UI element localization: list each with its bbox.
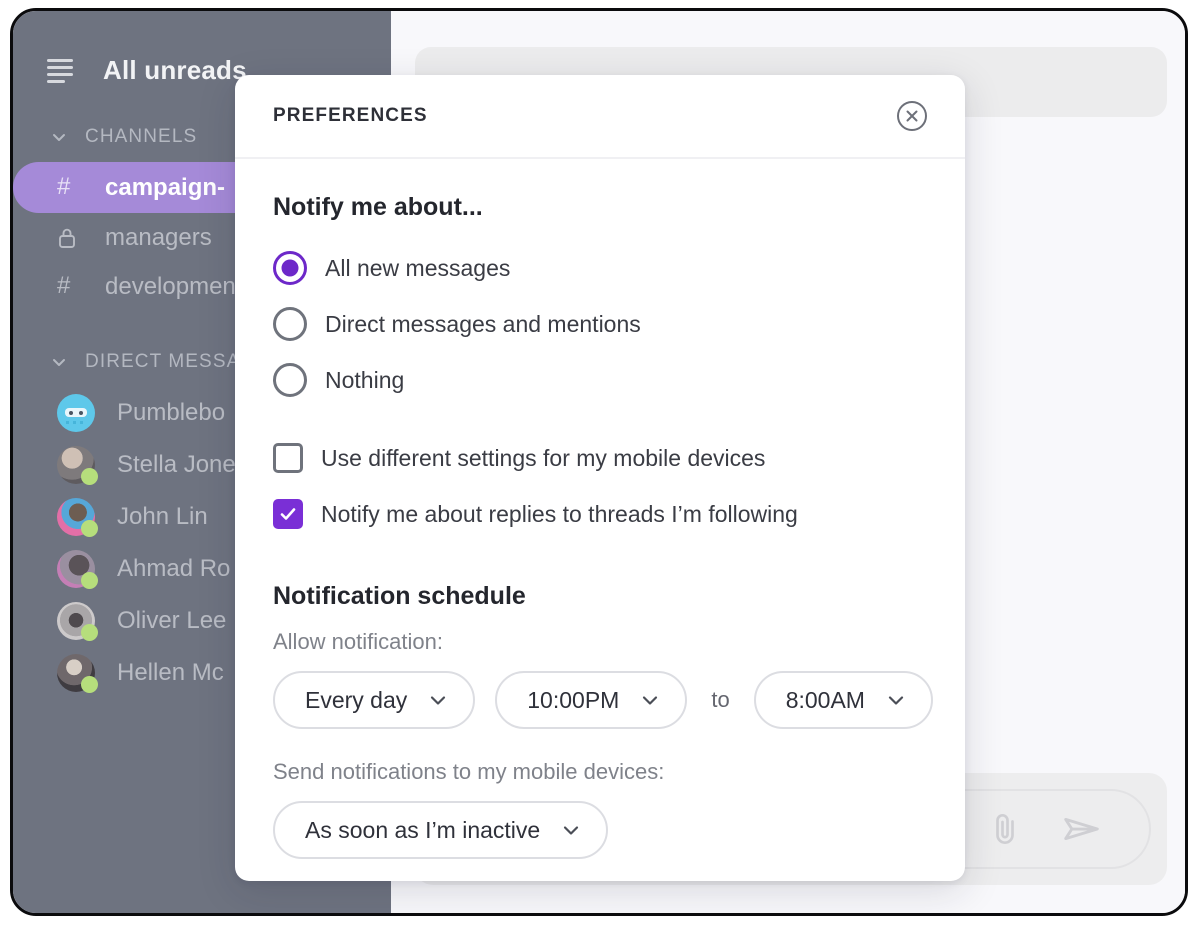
notify-heading: Notify me about... (273, 193, 927, 222)
modal-body: Notify me about... All new messages Dire… (235, 159, 965, 859)
checkbox-label: Use different settings for my mobile dev… (321, 443, 765, 473)
avatar (57, 498, 95, 536)
dm-name: Hellen Mc (117, 659, 224, 687)
lock-icon (57, 226, 83, 250)
checkbox-label: Notify me about replies to threads I’m f… (321, 499, 798, 529)
mobile-devices-label: Send notifications to my mobile devices: (273, 759, 927, 785)
radio-option-all-new-messages[interactable]: All new messages (273, 240, 927, 296)
allow-notification-label: Allow notification: (273, 629, 927, 655)
chevron-down-icon (51, 354, 67, 370)
radio-label: Nothing (325, 365, 404, 395)
checkbox[interactable] (273, 499, 303, 529)
status-badge (81, 468, 98, 485)
hash-icon: # (57, 172, 83, 202)
avatar (57, 602, 95, 640)
avatar (57, 446, 95, 484)
chevron-down-icon (885, 689, 907, 711)
checkbox-option-thread-replies[interactable]: Notify me about replies to threads I’m f… (273, 486, 927, 542)
close-icon[interactable] (895, 99, 929, 133)
section-label: CHANNELS (85, 126, 197, 148)
chevron-down-icon (560, 819, 582, 841)
chevron-down-icon (639, 689, 661, 711)
page-title: All unreads (103, 55, 247, 86)
start-time-value: 10:00PM (527, 687, 619, 714)
dm-name: John Lin (117, 503, 208, 531)
radio-option-nothing[interactable]: Nothing (273, 352, 927, 408)
radio-button[interactable] (273, 363, 307, 397)
send-icon[interactable] (1059, 806, 1105, 852)
dm-name: Oliver Lee (117, 607, 226, 635)
radio-button[interactable] (273, 251, 307, 285)
end-time-select[interactable]: 8:00AM (754, 671, 933, 729)
end-time-value: 8:00AM (786, 687, 865, 714)
day-select-value: Every day (305, 687, 407, 714)
modal-title: PREFERENCES (273, 105, 428, 127)
hamburger-icon[interactable] (47, 59, 73, 83)
checkbox[interactable] (273, 443, 303, 473)
channel-name: development (105, 271, 242, 302)
to-label: to (707, 687, 733, 713)
avatar (57, 654, 95, 692)
checkbox-option-mobile-settings[interactable]: Use different settings for my mobile dev… (273, 430, 927, 486)
mobile-select-row: As soon as I’m inactive (273, 801, 927, 859)
radio-option-direct-messages[interactable]: Direct messages and mentions (273, 296, 927, 352)
avatar (57, 394, 95, 432)
mobile-delivery-value: As soon as I’m inactive (305, 817, 540, 844)
channel-name: campaign- (105, 172, 225, 203)
avatar (57, 550, 95, 588)
dm-name: Stella Jone (117, 451, 236, 479)
status-badge (81, 520, 98, 537)
radio-label: All new messages (325, 253, 510, 283)
chevron-down-icon (427, 689, 449, 711)
mobile-delivery-select[interactable]: As soon as I’m inactive (273, 801, 608, 859)
radio-button[interactable] (273, 307, 307, 341)
spacer (273, 408, 927, 430)
status-badge (81, 624, 98, 641)
status-badge (81, 572, 98, 589)
app-window: d to all re than 60 000 today! As ; you'… (10, 8, 1188, 916)
notification-schedule-section: Notification schedule Allow notification… (273, 582, 927, 859)
start-time-select[interactable]: 10:00PM (495, 671, 687, 729)
schedule-selects: Every day 10:00PM to 8:00AM (273, 671, 927, 729)
radio-label: Direct messages and mentions (325, 309, 641, 339)
attachment-icon[interactable] (985, 809, 1025, 849)
section-label: DIRECT MESSAG (85, 351, 256, 373)
dm-name: Pumblebo (117, 399, 225, 427)
modal-header: PREFERENCES (235, 75, 965, 159)
chevron-down-icon (51, 129, 67, 145)
dm-name: Ahmad Ro (117, 555, 230, 583)
status-badge (81, 676, 98, 693)
day-select[interactable]: Every day (273, 671, 475, 729)
schedule-heading: Notification schedule (273, 582, 927, 611)
channel-name: managers (105, 222, 212, 253)
hash-icon: # (57, 271, 83, 301)
preferences-modal: PREFERENCES Notify me about... All new m… (235, 75, 965, 881)
